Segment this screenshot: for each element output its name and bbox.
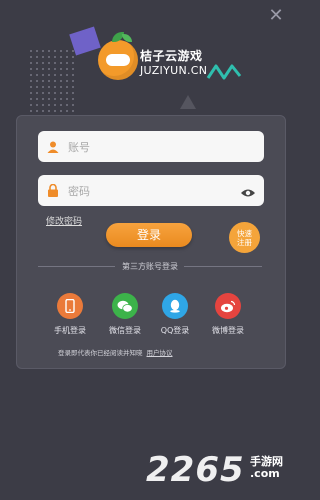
user-agreement-link[interactable]: 用户协议 bbox=[147, 349, 173, 357]
triangle-decoration bbox=[180, 95, 196, 109]
login-button[interactable]: 登录 bbox=[106, 223, 192, 247]
wechat-icon bbox=[112, 293, 138, 319]
quick-register-line2: 注册 bbox=[237, 237, 252, 247]
dot-pattern-decoration bbox=[28, 48, 78, 118]
weibo-icon bbox=[215, 293, 241, 319]
divider-left bbox=[38, 266, 115, 267]
account-input[interactable]: 账号 bbox=[38, 131, 264, 162]
quick-register-line1: 快速 bbox=[237, 228, 252, 238]
logo-title: 桔子云游戏 bbox=[140, 49, 203, 63]
qq-login-label: QQ登录 bbox=[160, 326, 190, 335]
eye-icon[interactable] bbox=[240, 184, 256, 203]
account-placeholder: 账号 bbox=[68, 140, 90, 154]
weibo-login-label: 微博登录 bbox=[212, 326, 244, 335]
lock-icon bbox=[38, 184, 68, 197]
close-icon[interactable]: ✕ bbox=[266, 6, 286, 26]
divider-right bbox=[184, 266, 262, 267]
agreement-description: 登录即代表你已经阅读并知晓 bbox=[58, 349, 143, 357]
password-input[interactable]: 密码 bbox=[38, 175, 264, 206]
quick-register-button[interactable]: 快速 注册 bbox=[229, 222, 260, 253]
agreement-text: 登录即代表你已经阅读并知晓 用户协议 bbox=[58, 347, 173, 357]
forgot-password-link[interactable]: 修改密码 bbox=[46, 214, 82, 227]
watermark-text: 手游网 .com bbox=[250, 456, 283, 480]
cube-decoration bbox=[69, 26, 101, 56]
watermark-number: 2265 bbox=[146, 450, 245, 490]
watermark-text-line2: .com bbox=[250, 467, 280, 480]
logo-subtitle: JUZIYUN.CN bbox=[140, 64, 208, 77]
password-placeholder: 密码 bbox=[68, 184, 90, 198]
third-party-label: 第三方账号登录 bbox=[122, 262, 178, 271]
logo-icon bbox=[98, 32, 138, 80]
phone-icon bbox=[57, 293, 83, 319]
user-icon bbox=[38, 141, 68, 153]
qq-login-button[interactable]: QQ登录 bbox=[147, 293, 203, 336]
wechat-login-button[interactable]: 微信登录 bbox=[97, 293, 153, 336]
phone-login-button[interactable]: 手机登录 bbox=[42, 293, 98, 336]
weibo-login-button[interactable]: 微博登录 bbox=[200, 293, 256, 336]
phone-login-label: 手机登录 bbox=[54, 326, 86, 335]
qq-icon bbox=[162, 293, 188, 319]
wechat-login-label: 微信登录 bbox=[109, 326, 141, 335]
zigzag-decoration bbox=[206, 64, 242, 80]
